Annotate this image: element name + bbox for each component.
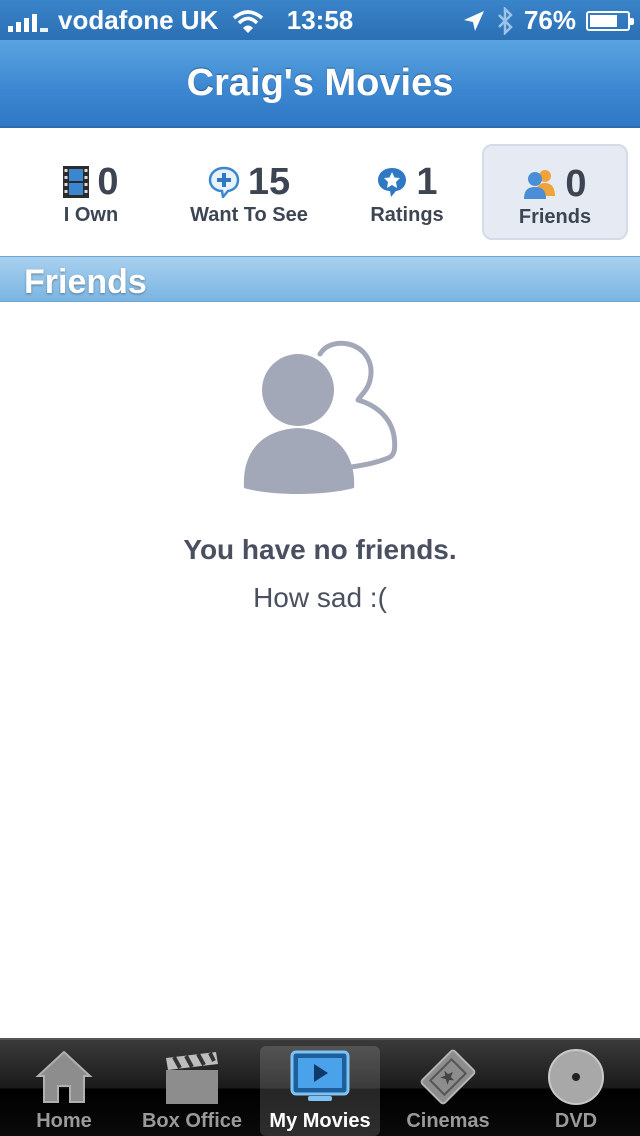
tab-cinemas[interactable]: Cinemas [388, 1046, 508, 1136]
status-right: 76% [462, 5, 634, 36]
battery-percent: 76% [523, 5, 576, 35]
tab-box-office[interactable]: Box Office [132, 1046, 252, 1136]
stat-label: Ratings [370, 204, 444, 226]
tab-bar: Home Box Office My Movies Cinemas DVD [0, 1038, 640, 1136]
stat-want-to-see[interactable]: 15 Want To See [176, 144, 322, 240]
tab-dvd[interactable]: DVD [516, 1046, 636, 1136]
stat-label: I Own [63, 204, 119, 226]
star-badge-icon [378, 168, 407, 197]
home-icon [35, 1050, 93, 1103]
tab-label: Home [36, 1110, 92, 1132]
location-arrow-icon [463, 10, 484, 31]
stat-count: 15 [247, 160, 291, 203]
status-bar: vodafone UK 13:58 76% [0, 0, 640, 40]
stat-ratings[interactable]: 1 Ratings [334, 144, 480, 240]
stat-count: 0 [565, 162, 587, 205]
stat-count: 1 [416, 160, 438, 203]
stat-friends[interactable]: 0 Friends [482, 144, 628, 240]
navigation-bar: Craig's Movies [0, 40, 640, 128]
clapperboard-icon [166, 1052, 218, 1104]
stat-count: 0 [97, 160, 119, 203]
ticket-icon [420, 1049, 476, 1105]
tv-play-icon [290, 1050, 350, 1101]
page-title: Craig's Movies [186, 62, 454, 104]
empty-state-title: You have no friends. [183, 534, 457, 565]
friends-placeholder-icon [243, 340, 398, 494]
stat-label: Want To See [190, 204, 308, 226]
section-header: Friends [0, 256, 640, 302]
tab-label: Cinemas [406, 1110, 490, 1132]
bluetooth-icon [498, 6, 513, 35]
want-to-see-icon [208, 166, 240, 198]
tab-home[interactable]: Home [4, 1046, 124, 1136]
tab-label: DVD [554, 1110, 598, 1132]
stats-row: 0 I Own 15 Want To See 1 Ratings 0 Frien… [0, 130, 640, 254]
disc-icon [548, 1049, 604, 1105]
battery-icon [586, 10, 634, 31]
stat-label: Friends [518, 206, 592, 228]
tab-label: Box Office [141, 1110, 243, 1132]
tab-label: My Movies [269, 1110, 371, 1132]
friends-icon [524, 170, 556, 199]
film-icon [63, 166, 90, 198]
stat-i-own[interactable]: 0 I Own [18, 144, 164, 240]
empty-state-subtitle: How sad :( [253, 582, 387, 613]
tab-my-movies[interactable]: My Movies [260, 1046, 380, 1136]
section-title: Friends [24, 263, 147, 301]
